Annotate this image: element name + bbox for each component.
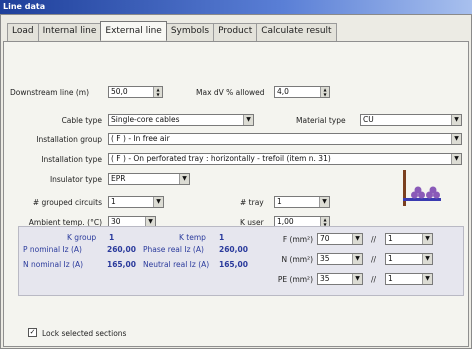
n-section-label: N (mm²) [281,255,313,264]
spin-down-icon[interactable]: ▼ [154,92,162,97]
cable-type-value: Single-core cables [111,115,180,124]
neutral-real-label: Neutral real Iz (A) [143,260,210,269]
p-nominal-label: P nominal Iz (A) [23,245,82,254]
installation-group-label: Installation group [36,135,102,144]
chevron-down-icon[interactable]: ▼ [179,174,189,184]
insulator-type-select[interactable]: EPR ▼ [108,173,190,185]
n-count-select[interactable]: 1 ▼ [385,253,433,265]
tab-strip: Load Internal line External line Symbols… [7,21,337,41]
grouped-circuits-value: 1 [111,197,116,206]
cable-tray-icon [400,168,444,208]
chevron-down-icon[interactable]: ▼ [451,115,461,125]
window-title: Line data [0,0,472,14]
insulator-type-label: Insulator type [49,175,102,184]
chevron-down-icon[interactable]: ▼ [153,197,163,207]
tab-product[interactable]: Product [213,23,258,41]
n-nominal-label: N nominal Iz (A) [23,260,84,269]
p-nominal-value: 260,00 [107,245,136,254]
pe-section-label: PE (mm²) [277,275,313,284]
lock-sections-checkbox[interactable]: ✓ [28,328,37,337]
spin-down-icon[interactable]: ▼ [321,92,329,97]
n-nominal-value: 165,00 [107,260,136,269]
results-group: K group 1 K temp 1 P nominal Iz (A) 260,… [18,226,464,296]
tab-external-line[interactable]: External line [100,21,167,40]
k-temp-label: K temp [179,233,206,242]
tab-internal-line[interactable]: Internal line [37,23,102,41]
k-user-value: 1,00 [277,217,294,226]
installation-type-value: ( F ) - On perforated tray : horizontall… [111,154,331,163]
tray-value: 1 [277,197,282,206]
installation-group-value: ( F ) - In free air [111,134,170,143]
ambient-temp-value: 30 [111,217,121,226]
tab-symbols[interactable]: Symbols [165,23,215,41]
grouped-circuits-label: # grouped circuits [32,198,102,207]
n-section-select[interactable]: 35 ▼ [317,253,363,265]
chevron-down-icon[interactable]: ▼ [451,154,461,164]
downstream-line-spinner[interactable]: ▲ ▼ [153,87,162,97]
material-type-value: CU [363,115,374,124]
lock-sections-label: Lock selected sections [42,329,127,338]
tab-load[interactable]: Load [7,23,39,41]
chevron-down-icon[interactable]: ▼ [352,234,362,244]
max-dv-input[interactable]: 4,0 ▲ ▼ [274,86,330,98]
external-line-pane: Downstream line (m) 50,0 ▲ ▼ Max dV % all… [3,41,469,347]
cable-type-select[interactable]: Single-core cables ▼ [108,114,254,126]
k-group-value: 1 [109,233,115,242]
insulator-type-value: EPR [111,174,126,183]
max-dv-label: Max dV % allowed [196,88,265,97]
f-section-select[interactable]: 70 ▼ [317,233,363,245]
pe-count-select[interactable]: 1 ▼ [385,273,433,285]
n-section-value: 35 [320,254,330,263]
chevron-down-icon[interactable]: ▼ [451,134,461,144]
tray-select[interactable]: 1 ▼ [274,196,330,208]
material-type-label: Material type [296,116,346,125]
cable-type-label: Cable type [61,116,102,125]
phase-real-label: Phase real Iz (A) [143,245,204,254]
installation-type-select[interactable]: ( F ) - On perforated tray : horizontall… [108,153,462,165]
tab-calculate-result[interactable]: Calculate result [256,23,337,41]
max-dv-value: 4,0 [277,87,289,96]
n-count-value: 1 [388,254,393,263]
installation-group-select[interactable]: ( F ) - In free air ▼ [108,133,462,145]
tray-label: # tray [240,198,264,207]
f-separator: // [371,235,377,244]
downstream-line-input[interactable]: 50,0 ▲ ▼ [108,86,163,98]
downstream-line-value: 50,0 [111,87,128,96]
f-count-value: 1 [388,234,393,243]
chevron-down-icon[interactable]: ▼ [422,234,432,244]
max-dv-spinner[interactable]: ▲ ▼ [320,87,329,97]
chevron-down-icon[interactable]: ▼ [352,254,362,264]
pe-separator: // [371,275,377,284]
f-section-label: F (mm²) [282,235,313,244]
downstream-line-label: Downstream line (m) [10,88,89,97]
line-data-window: Load Internal line External line Symbols… [0,14,472,349]
checkmark-icon: ✓ [29,328,36,336]
k-temp-value: 1 [219,233,225,242]
f-count-select[interactable]: 1 ▼ [385,233,433,245]
n-separator: // [371,255,377,264]
neutral-real-value: 165,00 [219,260,248,269]
chevron-down-icon[interactable]: ▼ [422,274,432,284]
material-type-select[interactable]: CU ▼ [360,114,462,126]
grouped-circuits-select[interactable]: 1 ▼ [108,196,164,208]
chevron-down-icon[interactable]: ▼ [422,254,432,264]
k-group-label: K group [67,233,97,242]
f-section-value: 70 [320,234,330,243]
installation-type-label: Installation type [41,155,102,164]
pe-count-value: 1 [388,274,393,283]
pe-section-value: 35 [320,274,330,283]
phase-real-value: 260,00 [219,245,248,254]
chevron-down-icon[interactable]: ▼ [319,197,329,207]
pe-section-select[interactable]: 35 ▼ [317,273,363,285]
chevron-down-icon[interactable]: ▼ [243,115,253,125]
chevron-down-icon[interactable]: ▼ [352,274,362,284]
